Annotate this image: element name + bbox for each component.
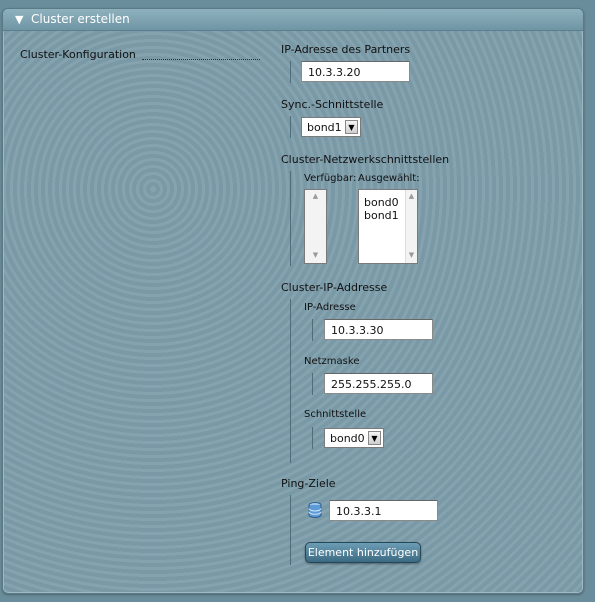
cluster-ip-input[interactable]: 10.3.3.30 [324, 319, 433, 340]
group-line [312, 373, 313, 395]
cluster-net-label: Cluster-Netzwerkschnittstellen [281, 153, 450, 166]
database-icon[interactable] [308, 502, 322, 518]
sync-interface-select[interactable]: bond1 ▼ [301, 117, 361, 137]
group-line [312, 319, 313, 341]
group-line [290, 171, 291, 266]
label-leader [142, 59, 260, 60]
section-label: Cluster-Konfiguration [20, 48, 136, 61]
group-line [290, 61, 291, 83]
group-line [312, 427, 313, 449]
netmask-input[interactable]: 255.255.255.0 [324, 373, 433, 394]
scroll-down-icon[interactable]: ▼ [406, 251, 417, 259]
sync-interface-value: bond1 [307, 121, 342, 134]
selected-listbox[interactable]: bond0 bond1 ▲ ▼ [358, 189, 418, 264]
scroll-up-icon[interactable]: ▲ [406, 192, 417, 200]
group-line [290, 116, 291, 138]
scrollbar[interactable]: ▲ ▼ [405, 190, 417, 263]
cluster-iface-select[interactable]: bond0 ▼ [324, 428, 384, 448]
ping-target-input[interactable]: 10.3.3.1 [329, 500, 438, 521]
scrollbar[interactable]: ▲ ▼ [305, 190, 326, 263]
chevron-down-icon[interactable]: ▼ [368, 431, 381, 445]
scroll-down-icon[interactable]: ▼ [305, 251, 326, 259]
ping-label: Ping-Ziele [281, 477, 336, 490]
cluster-iface-value: bond0 [330, 432, 365, 445]
partner-ip-input[interactable]: 10.3.3.20 [301, 61, 410, 82]
cluster-ip-label: Cluster-IP-Addresse [281, 281, 388, 294]
iface-label: Schnittstelle [304, 409, 367, 420]
panel-header[interactable]: ▼ Cluster erstellen [3, 9, 583, 31]
list-item[interactable]: bond0 [364, 196, 399, 209]
group-line [290, 299, 291, 463]
selected-label: Ausgewählt: [358, 173, 420, 184]
add-element-button[interactable]: Element hinzufügen [305, 542, 421, 563]
available-listbox[interactable]: ▲ ▼ [304, 189, 327, 264]
partner-ip-label: IP-Adresse des Partners [281, 43, 411, 56]
sync-interface-label: Sync.-Schnittstelle [281, 98, 384, 111]
scroll-up-icon[interactable]: ▲ [305, 192, 326, 200]
cluster-panel: ▼ Cluster erstellen Cluster-Konfiguratio… [2, 8, 584, 594]
panel-title: Cluster erstellen [31, 12, 130, 26]
available-label: Verfügbar: [304, 173, 357, 184]
list-item[interactable]: bond1 [364, 209, 399, 222]
ip-label: IP-Adresse [304, 302, 356, 313]
group-line [290, 495, 291, 565]
mask-label: Netzmaske [304, 356, 360, 367]
chevron-down-icon[interactable]: ▼ [345, 120, 358, 134]
triangle-down-icon[interactable]: ▼ [15, 13, 23, 26]
